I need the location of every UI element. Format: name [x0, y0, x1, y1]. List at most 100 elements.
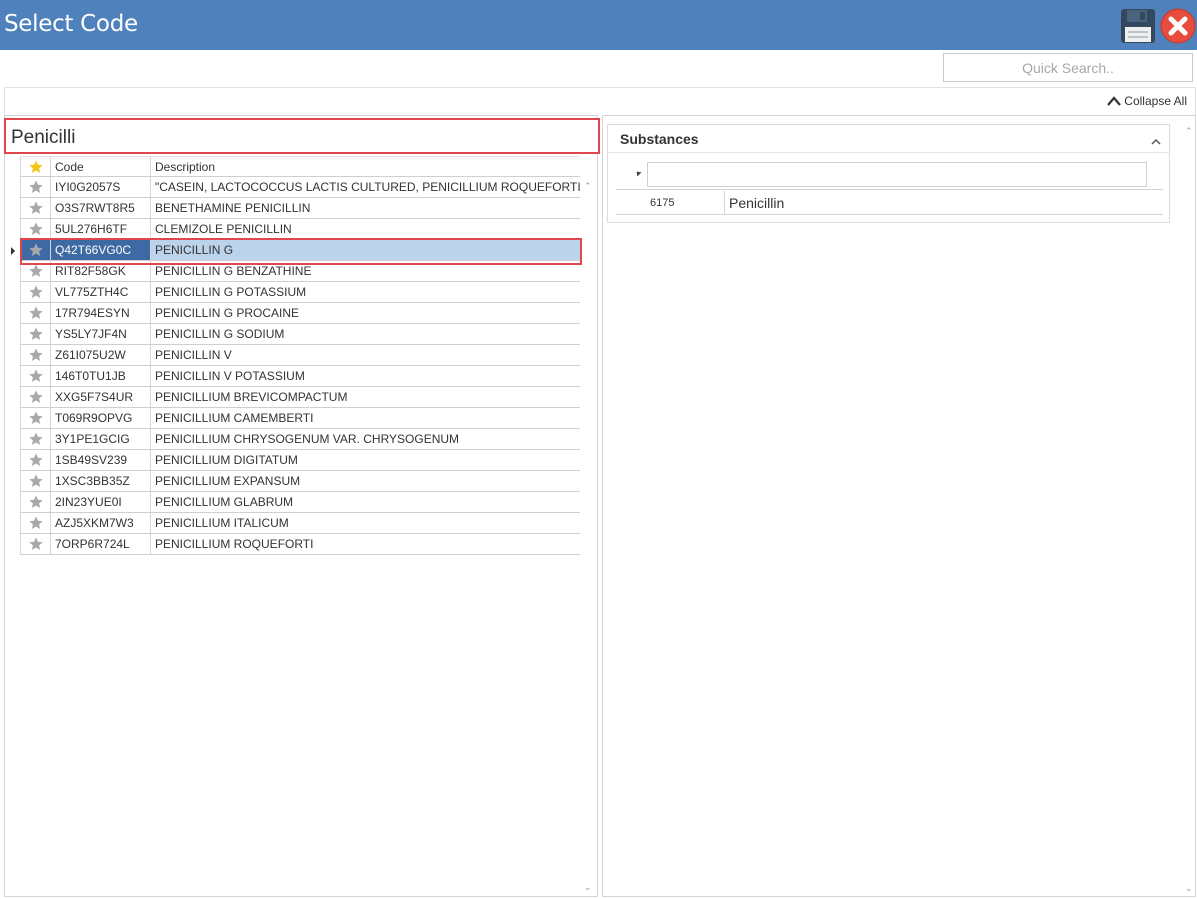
close-button[interactable]	[1160, 8, 1196, 44]
close-icon	[1160, 8, 1196, 44]
favorite-star-icon[interactable]	[20, 408, 51, 428]
code-cell: 146T0TU1JB	[51, 366, 151, 386]
favorite-star-icon[interactable]	[20, 513, 51, 533]
favorite-star-icon[interactable]	[20, 492, 51, 512]
table-row[interactable]: IYI0G2057S "CASEIN, LACTOCOCCUS LACTIS CU…	[20, 177, 580, 198]
favorite-star-icon[interactable]	[20, 429, 51, 449]
description-cell: PENICILLIUM ITALICUM	[155, 516, 289, 530]
substances-title: Substances	[620, 131, 699, 147]
toolbar-strip: Collapse All	[4, 87, 1196, 115]
scroll-up-icon[interactable]: ⌃	[584, 181, 592, 192]
substances-header[interactable]: Substances	[608, 125, 1169, 153]
scroll-down-icon[interactable]: ⌄	[584, 882, 592, 893]
table-row[interactable]: 146T0TU1JB PENICILLIN V POTASSIUM	[20, 366, 580, 387]
table-row[interactable]: XXG5F7S4UR PENICILLIUM BREVICOMPACTUM	[20, 387, 580, 408]
description-cell: PENICILLIUM BREVICOMPACTUM	[155, 390, 348, 404]
grid-scrollbar[interactable]: ⌃ ⌄	[580, 177, 596, 895]
save-button[interactable]	[1120, 8, 1156, 44]
collapse-all-button[interactable]: Collapse All	[1106, 94, 1187, 108]
favorite-star-icon[interactable]	[20, 177, 51, 197]
code-cell: T069R9OPVG	[51, 408, 151, 428]
favorite-star-icon[interactable]	[20, 366, 51, 386]
description-column-header[interactable]: Description	[151, 157, 580, 176]
table-row[interactable]: Z61I075U2W PENICILLIN V	[20, 345, 580, 366]
chevron-up-icon[interactable]	[1151, 133, 1161, 151]
scroll-up-icon[interactable]: ⌃	[1185, 126, 1193, 137]
table-row[interactable]: RIT82F58GK PENICILLIN G BENZATHINE	[20, 261, 580, 282]
code-cell: Q42T66VG0C	[51, 240, 151, 260]
favorite-star-icon[interactable]	[20, 303, 51, 323]
description-cell: PENICILLIN G PROCAINE	[155, 306, 300, 320]
code-search-input[interactable]	[4, 118, 600, 154]
description-cell: PENICILLIUM CAMEMBERTI	[155, 411, 314, 425]
code-cell: Z61I075U2W	[51, 345, 151, 365]
favorite-star-icon[interactable]	[20, 450, 51, 470]
collapse-all-label: Collapse All	[1124, 94, 1187, 108]
table-row[interactable]: YS5LY7JF4N PENICILLIN G SODIUM	[20, 324, 580, 345]
table-row[interactable]: 1XSC3BB35Z PENICILLIUM EXPANSUM	[20, 471, 580, 492]
favorite-star-icon[interactable]	[20, 282, 51, 302]
description-cell: CLEMIZOLE PENICILLIN	[155, 222, 292, 236]
table-row[interactable]: VL775ZTH4C PENICILLIN G POTASSIUM	[20, 282, 580, 303]
code-cell: RIT82F58GK	[51, 261, 151, 281]
substance-row[interactable]: 6175 Penicillin	[616, 191, 1163, 215]
description-cell: PENICILLIN G	[155, 243, 234, 257]
code-cell: 1XSC3BB35Z	[51, 471, 151, 491]
description-cell: BENETHAMINE PENICILLIN	[155, 201, 311, 215]
description-cell: PENICILLIN V	[155, 348, 232, 362]
quick-search-input[interactable]	[943, 53, 1193, 82]
table-row[interactable]: T069R9OPVG PENICILLIUM CAMEMBERTI	[20, 408, 580, 429]
table-row[interactable]: O3S7RWT8R5 BENETHAMINE PENICILLIN	[20, 198, 580, 219]
substances-group: Substances 6175 Penicillin	[607, 124, 1170, 223]
scroll-down-icon[interactable]: ⌄	[1185, 883, 1193, 894]
window-title: Select Code	[4, 11, 138, 37]
favorite-star-icon[interactable]	[20, 324, 51, 344]
table-row[interactable]: 7ORP6R724L PENICILLIUM ROQUEFORTI	[20, 534, 580, 555]
table-row[interactable]: 17R794ESYN PENICILLIN G PROCAINE	[20, 303, 580, 324]
substance-filter-input[interactable]	[647, 162, 1147, 187]
favorite-star-icon[interactable]	[20, 219, 51, 239]
table-row[interactable]: Q42T66VG0C PENICILLIN G	[20, 240, 580, 261]
chevron-up-icon	[1107, 96, 1122, 106]
current-row-indicator	[11, 247, 15, 255]
title-bar: Select Code	[0, 0, 1197, 50]
code-cell: 1SB49SV239	[51, 450, 151, 470]
description-cell: "CASEIN, LACTOCOCCUS LACTIS CULTURED, PE…	[155, 180, 580, 194]
description-cell: PENICILLIN G BENZATHINE	[155, 264, 312, 278]
table-row[interactable]: AZJ5XKM7W3 PENICILLIUM ITALICUM	[20, 513, 580, 534]
filter-row-icon	[634, 169, 642, 177]
favorites-column-header[interactable]	[20, 157, 51, 176]
description-cell: PENICILLIUM GLABRUM	[155, 495, 294, 509]
favorite-star-icon[interactable]	[20, 240, 51, 260]
description-cell: PENICILLIUM CHRYSOGENUM VAR. CHRYSOGENUM	[155, 432, 460, 446]
favorite-star-icon[interactable]	[20, 471, 51, 491]
description-cell: PENICILLIUM EXPANSUM	[155, 474, 301, 488]
favorite-star-icon[interactable]	[20, 198, 51, 218]
code-cell: AZJ5XKM7W3	[51, 513, 151, 533]
table-row[interactable]: 3Y1PE1GCIG PENICILLIUM CHRYSOGENUM VAR. C…	[20, 429, 580, 450]
grid-header: Code Description	[20, 156, 580, 177]
table-row[interactable]: 5UL276H6TF CLEMIZOLE PENICILLIN	[20, 219, 580, 240]
code-cell: 7ORP6R724L	[51, 534, 151, 554]
code-cell: 5UL276H6TF	[51, 219, 151, 239]
substance-name: Penicillin	[729, 194, 785, 211]
favorite-star-icon[interactable]	[20, 534, 51, 554]
code-cell: O3S7RWT8R5	[51, 198, 151, 218]
code-cell: YS5LY7JF4N	[51, 324, 151, 344]
description-cell: PENICILLIN G SODIUM	[155, 327, 285, 341]
favorite-star-icon[interactable]	[20, 261, 51, 281]
description-cell: PENICILLIN G POTASSIUM	[155, 285, 307, 299]
code-cell: VL775ZTH4C	[51, 282, 151, 302]
table-row[interactable]: 1SB49SV239 PENICILLIUM DIGITATUM	[20, 450, 580, 471]
description-cell: PENICILLIN V POTASSIUM	[155, 369, 305, 383]
substance-id: 6175	[616, 191, 725, 214]
code-column-header[interactable]: Code	[51, 157, 151, 176]
table-row[interactable]: 2IN23YUE0I PENICILLIUM GLABRUM	[20, 492, 580, 513]
code-cell: XXG5F7S4UR	[51, 387, 151, 407]
favorite-star-icon[interactable]	[20, 345, 51, 365]
favorite-star-icon[interactable]	[20, 387, 51, 407]
divider	[616, 189, 1163, 190]
code-cell: 3Y1PE1GCIG	[51, 429, 151, 449]
code-grid: IYI0G2057S "CASEIN, LACTOCOCCUS LACTIS CU…	[20, 177, 580, 555]
star-icon	[28, 159, 43, 173]
